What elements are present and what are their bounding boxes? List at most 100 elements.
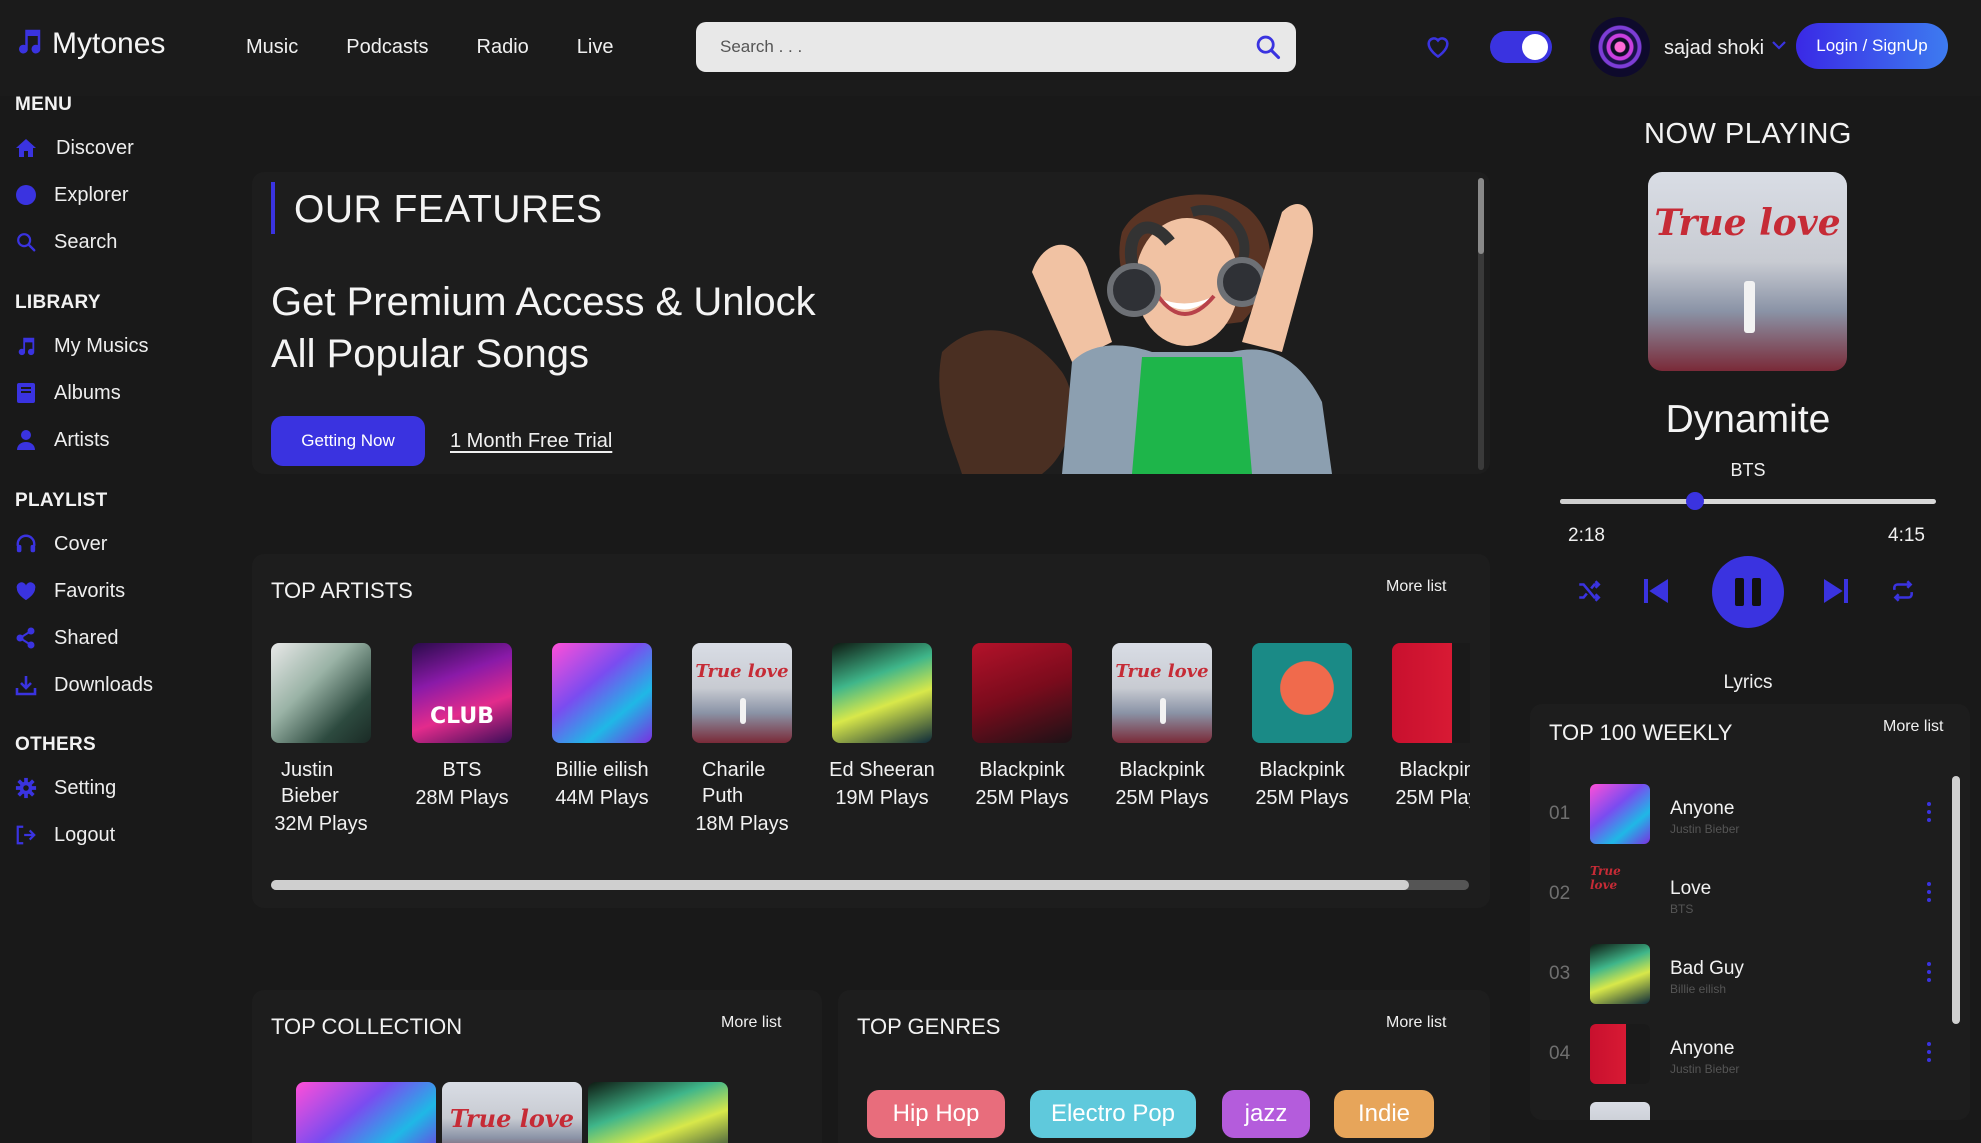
total-time: 4:15 — [1888, 525, 1925, 546]
artists-horizontal-scrollbar[interactable] — [271, 880, 1469, 890]
hero-image — [939, 194, 1332, 474]
sidebar-item-shared[interactable]: Shared — [14, 626, 119, 650]
artist-plays: 28M Plays — [415, 787, 509, 809]
artist-card[interactable]: True love Charile Puth 18M Plays — [677, 643, 807, 837]
now-playing-song-title: Dynamite — [1665, 398, 1831, 441]
sidebar-item-artists[interactable]: Artists — [14, 428, 110, 452]
top-collection-more-link[interactable]: More list — [721, 1014, 781, 1032]
next-track-icon[interactable] — [1820, 574, 1852, 608]
nav-music[interactable]: Music — [246, 36, 298, 59]
sidebar-item-label: Albums — [54, 381, 121, 404]
sidebar-item-discover[interactable]: Discover — [14, 136, 134, 160]
shuffle-icon[interactable] — [1576, 578, 1602, 604]
more-vertical-icon[interactable] — [1926, 1042, 1932, 1062]
collection-cover[interactable] — [296, 1082, 436, 1143]
sidebar-item-label: Setting — [54, 776, 117, 799]
list-item[interactable]: 04 Anyone Justin Bieber — [1530, 1022, 1950, 1084]
top-weekly-panel: TOP 100 WEEKLY More list 01 Anyone Justi… — [1530, 704, 1970, 1120]
gear-icon — [14, 776, 38, 800]
progress-knob[interactable] — [1686, 492, 1705, 510]
track-artist: Justin Bieber — [1670, 1062, 1740, 1076]
chevron-down-icon[interactable] — [1770, 38, 1788, 57]
top-weekly-more-link[interactable]: More list — [1883, 718, 1943, 736]
track-number: 03 — [1549, 963, 1571, 984]
lyrics-link[interactable]: Lyrics — [1520, 672, 1976, 694]
artist-card[interactable]: Justin Bieber 32M Plays — [256, 643, 386, 837]
artist-card-clip: Blackpink 25M Plays — [1377, 554, 1470, 894]
scrollbar-thumb[interactable] — [1478, 178, 1484, 254]
top-artists-panel: TOP ARTISTS More list Justin Bieber 32M … — [252, 554, 1490, 908]
nav-radio[interactable]: Radio — [477, 36, 529, 59]
current-time: 2:18 — [1568, 525, 1605, 546]
artist-name: BTS — [442, 759, 482, 781]
genre-chip-electro-pop[interactable]: Electro Pop — [1030, 1090, 1196, 1138]
genre-chip-hip-hop[interactable]: Hip Hop — [867, 1090, 1005, 1138]
list-item[interactable]: 03 Bad Guy Billie eilish — [1530, 942, 1950, 1004]
album-icon — [14, 381, 38, 405]
theme-toggle[interactable] — [1490, 31, 1552, 63]
collection-cover[interactable] — [588, 1082, 728, 1143]
artist-card[interactable]: CLUB BTS 28M Plays — [397, 643, 527, 811]
more-vertical-icon[interactable] — [1926, 802, 1932, 822]
search-icon[interactable] — [1254, 33, 1282, 61]
artist-name: Blackpink — [1399, 759, 1470, 781]
artist-plays: 19M Plays — [835, 787, 929, 809]
share-icon — [14, 626, 38, 650]
user-name[interactable]: sajad shoki — [1664, 37, 1764, 60]
scrollbar-thumb[interactable] — [271, 880, 1409, 890]
track-title: Bad Guy — [1670, 958, 1744, 979]
sidebar-item-downloads[interactable]: Downloads — [14, 673, 153, 697]
sidebar-item-logout[interactable]: Logout — [14, 823, 115, 847]
collection-cover[interactable]: True love — [442, 1082, 582, 1143]
track-cover — [1590, 944, 1650, 1004]
artist-name: Blackpink — [1259, 759, 1345, 781]
previous-track-icon[interactable] — [1640, 574, 1672, 608]
nav-podcasts[interactable]: Podcasts — [346, 36, 428, 59]
artist-cover — [972, 643, 1072, 743]
artist-card[interactable]: True love Blackpink 25M Plays — [1097, 643, 1227, 811]
repeat-icon[interactable] — [1890, 578, 1916, 604]
pause-icon-bar — [1752, 578, 1761, 606]
login-signup-button[interactable]: Login / SignUp — [1796, 23, 1948, 69]
track-number: 02 — [1549, 883, 1571, 904]
avatar[interactable] — [1590, 17, 1650, 77]
top-genres-more-link[interactable]: More list — [1386, 1014, 1446, 1032]
search-input[interactable] — [696, 22, 1236, 72]
sidebar-item-albums[interactable]: Albums — [14, 381, 121, 405]
app-logo[interactable]: Mytones — [14, 26, 165, 61]
sidebar-item-my-musics[interactable]: My Musics — [14, 334, 148, 358]
genre-chip-jazz[interactable]: jazz — [1222, 1090, 1310, 1138]
free-trial-link[interactable]: 1 Month Free Trial — [450, 430, 612, 453]
features-scrollbar[interactable] — [1478, 178, 1484, 470]
progress-fill — [1560, 499, 1696, 504]
sidebar-item-favorits[interactable]: Favorits — [14, 579, 125, 603]
nav-live[interactable]: Live — [577, 36, 614, 59]
more-vertical-icon[interactable] — [1926, 962, 1932, 982]
artist-plays: 44M Plays — [555, 787, 649, 809]
list-item[interactable]: 01 Anyone Justin Bieber — [1530, 782, 1950, 844]
sidebar-item-cover[interactable]: Cover — [14, 532, 107, 556]
music-note-icon — [14, 334, 38, 358]
sidebar-item-search[interactable]: Search — [14, 230, 117, 254]
more-vertical-icon[interactable] — [1926, 882, 1932, 902]
artist-cover — [1252, 643, 1352, 743]
sidebar-item-setting[interactable]: Setting — [14, 776, 116, 800]
artist-card[interactable]: Billie eilish 44M Plays — [537, 643, 667, 811]
getting-now-button[interactable]: Getting Now — [271, 416, 425, 466]
sidebar-item-label: Favorits — [54, 579, 126, 602]
now-playing-cover: True love — [1648, 172, 1847, 371]
playback-progress-bar[interactable] — [1560, 492, 1936, 510]
track-cover — [1590, 1024, 1650, 1084]
weekly-scrollbar[interactable] — [1952, 776, 1960, 1024]
sidebar-item-label: My Musics — [54, 334, 149, 357]
genre-chip-indie[interactable]: Indie — [1334, 1090, 1434, 1138]
artist-card[interactable]: Blackpink 25M Plays — [1377, 643, 1470, 811]
top-artists-title: TOP ARTISTS — [271, 578, 413, 603]
artist-card[interactable]: Ed Sheeran 19M Plays — [817, 643, 947, 811]
favorites-heart-icon[interactable] — [1424, 33, 1452, 64]
artist-card[interactable]: Blackpink 25M Plays — [957, 643, 1087, 811]
list-item[interactable]: 02 True love Love BTS — [1530, 862, 1950, 924]
artist-card[interactable]: Blackpink 25M Plays — [1237, 643, 1367, 811]
sidebar-item-explorer[interactable]: Explorer — [14, 183, 128, 207]
pause-button[interactable] — [1712, 556, 1784, 628]
